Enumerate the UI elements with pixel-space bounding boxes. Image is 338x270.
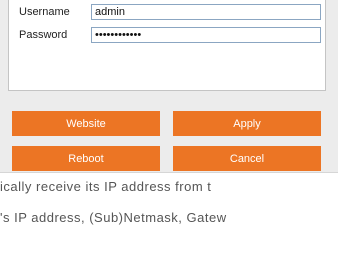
password-input[interactable] [91, 27, 321, 43]
username-label: Username [19, 6, 70, 18]
apply-button[interactable]: Apply [173, 111, 321, 136]
body-text-line-1: ically receive its IP address from t [0, 179, 212, 194]
username-row: Username [19, 4, 321, 20]
cancel-button[interactable]: Cancel [173, 146, 321, 171]
panel-divider [0, 172, 338, 173]
body-text-line-2: 's IP address, (Sub)Netmask, Gatew [0, 210, 227, 225]
dialog-panel: Username Password Website Apply Reboot C… [0, 0, 338, 172]
password-label: Password [19, 29, 68, 41]
website-button[interactable]: Website [12, 111, 160, 136]
password-row: Password [19, 27, 321, 43]
username-input[interactable] [91, 4, 321, 20]
credentials-box: Username Password [8, 0, 326, 91]
reboot-button[interactable]: Reboot [12, 146, 160, 171]
